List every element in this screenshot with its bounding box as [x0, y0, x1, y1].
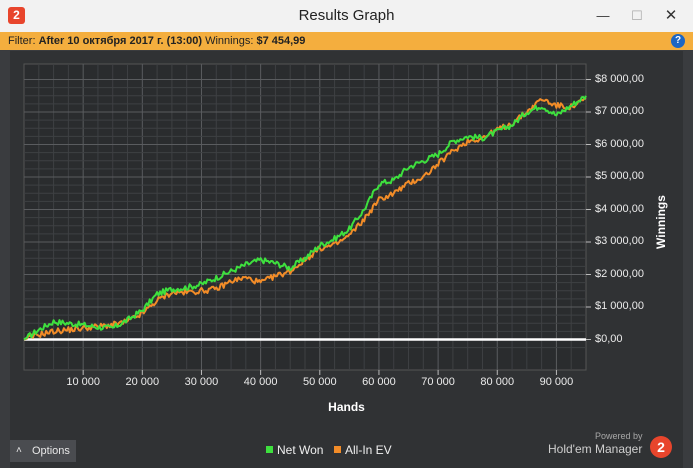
- y-tick-label: $8 000,00: [595, 72, 644, 85]
- y-axis-title: Winnings: [654, 195, 668, 249]
- y-tick-label: $7 000,00: [595, 105, 644, 117]
- x-axis-title: Hands: [328, 400, 365, 414]
- x-tick-label: 60 000: [362, 376, 396, 388]
- x-tick-label: 80 000: [480, 376, 515, 388]
- x-tick-label: 70 000: [421, 376, 455, 388]
- brand-name: Hold'em Manager: [548, 442, 643, 456]
- x-tick-label: 40 000: [243, 376, 278, 388]
- legend-label-net-won: Net Won: [277, 443, 324, 457]
- y-tick-label: $6 000,00: [595, 137, 644, 150]
- x-tick-label: 10 000: [66, 376, 100, 388]
- legend-item-all-in-ev[interactable]: All-In EV: [334, 443, 392, 457]
- legend-swatch-net-won: [266, 446, 273, 454]
- options-label: Options: [32, 445, 70, 457]
- results-chart: [23, 63, 591, 375]
- legend-swatch-all-in-ev: [334, 446, 341, 454]
- x-tick-label: 20 000: [125, 376, 160, 388]
- y-tick-label: $0,00: [595, 332, 623, 345]
- options-button[interactable]: ˄ Options: [10, 440, 76, 462]
- x-tick-label: 90 000: [539, 376, 574, 388]
- holdem-manager-logo-icon: 2: [650, 436, 672, 458]
- x-tick-label: 50 000: [302, 376, 337, 388]
- x-tick-label: 30 000: [184, 376, 219, 388]
- y-tick-label: $1 000,00: [595, 300, 644, 312]
- powered-by-text: Powered by: [595, 431, 643, 441]
- y-tick-label: $5 000,00: [595, 170, 644, 182]
- chevron-up-icon: ˄: [16, 445, 22, 456]
- legend-item-net-won[interactable]: Net Won: [266, 443, 323, 457]
- y-tick-label: $2 000,00: [595, 267, 644, 280]
- legend-label-all-in-ev: All-In EV: [345, 443, 392, 457]
